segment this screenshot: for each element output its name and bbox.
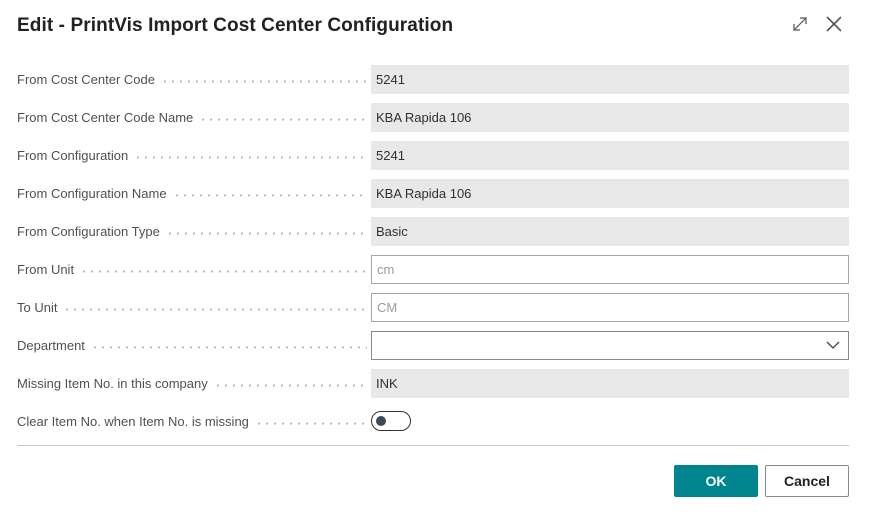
label-leader-dots <box>172 194 367 197</box>
edit-dialog: Edit - PrintVis Import Cost Center Confi… <box>0 0 869 517</box>
label-leader-dots <box>134 156 367 159</box>
from-configuration-field[interactable]: 5241 <box>371 141 849 170</box>
from-configuration-name-field[interactable]: KBA Rapida 106 <box>371 179 849 208</box>
field-label-text: Clear Item No. when Item No. is missing <box>17 414 249 429</box>
clear-item-no-toggle[interactable] <box>371 411 411 431</box>
cancel-button[interactable]: Cancel <box>765 465 849 497</box>
expand-icon[interactable] <box>789 13 811 35</box>
field-row-missing-item-no: Missing Item No. in this company INK <box>17 369 849 407</box>
field-row-from-cost-center-code: From Cost Center Code 5241 <box>17 65 849 103</box>
field-row-from-unit: From Unit cm <box>17 255 849 293</box>
field-label-text: From Configuration <box>17 148 129 163</box>
field-row-to-unit: To Unit CM <box>17 293 849 331</box>
field-label: To Unit <box>17 293 367 322</box>
label-leader-dots <box>161 80 367 83</box>
to-unit-input[interactable]: CM <box>371 293 849 322</box>
field-label: From Configuration <box>17 141 367 170</box>
from-unit-input[interactable]: cm <box>371 255 849 284</box>
field-row-from-configuration-type: From Configuration Type Basic <box>17 217 849 255</box>
field-row-from-configuration: From Configuration 5241 <box>17 141 849 179</box>
field-label-text: From Configuration Type <box>17 224 160 239</box>
field-row-from-cost-center-code-name: From Cost Center Code Name KBA Rapida 10… <box>17 103 849 141</box>
label-leader-dots <box>80 270 367 273</box>
footer-divider <box>17 445 849 446</box>
dialog-title: Edit - PrintVis Import Cost Center Confi… <box>17 15 454 36</box>
field-label-text: Department <box>17 338 85 353</box>
label-leader-dots <box>213 384 367 387</box>
field-label: Clear Item No. when Item No. is missing <box>17 407 367 436</box>
label-leader-dots <box>165 232 367 235</box>
field-row-from-configuration-name: From Configuration Name KBA Rapida 106 <box>17 179 849 217</box>
from-cost-center-code-field[interactable]: 5241 <box>371 65 849 94</box>
field-label: Department <box>17 331 367 360</box>
field-label-text: To Unit <box>17 300 58 315</box>
field-label-text: From Configuration Name <box>17 186 167 201</box>
field-row-clear-item-no: Clear Item No. when Item No. is missing <box>17 407 849 445</box>
from-configuration-type-field[interactable]: Basic <box>371 217 849 246</box>
chevron-down-icon <box>826 338 840 353</box>
label-leader-dots <box>199 118 367 121</box>
close-icon[interactable] <box>823 13 845 35</box>
toggle-knob <box>376 416 386 426</box>
field-label: From Configuration Type <box>17 217 367 246</box>
form: From Cost Center Code 5241 From Cost Cen… <box>17 65 849 445</box>
field-label: From Cost Center Code <box>17 65 367 94</box>
field-label-text: Missing Item No. in this company <box>17 376 208 391</box>
field-label: From Cost Center Code Name <box>17 103 367 132</box>
title-actions <box>789 13 845 35</box>
label-leader-dots <box>254 422 367 425</box>
label-leader-dots <box>63 308 367 311</box>
department-select[interactable] <box>371 331 849 360</box>
field-row-department: Department <box>17 331 849 369</box>
field-label-text: From Cost Center Code Name <box>17 110 194 125</box>
ok-button[interactable]: OK <box>674 465 758 497</box>
label-leader-dots <box>90 346 367 349</box>
field-label: From Configuration Name <box>17 179 367 208</box>
field-label-text: From Cost Center Code <box>17 72 155 87</box>
from-cost-center-code-name-field[interactable]: KBA Rapida 106 <box>371 103 849 132</box>
field-label: From Unit <box>17 255 367 284</box>
field-label: Missing Item No. in this company <box>17 369 367 398</box>
field-label-text: From Unit <box>17 262 75 277</box>
missing-item-no-field[interactable]: INK <box>371 369 849 398</box>
